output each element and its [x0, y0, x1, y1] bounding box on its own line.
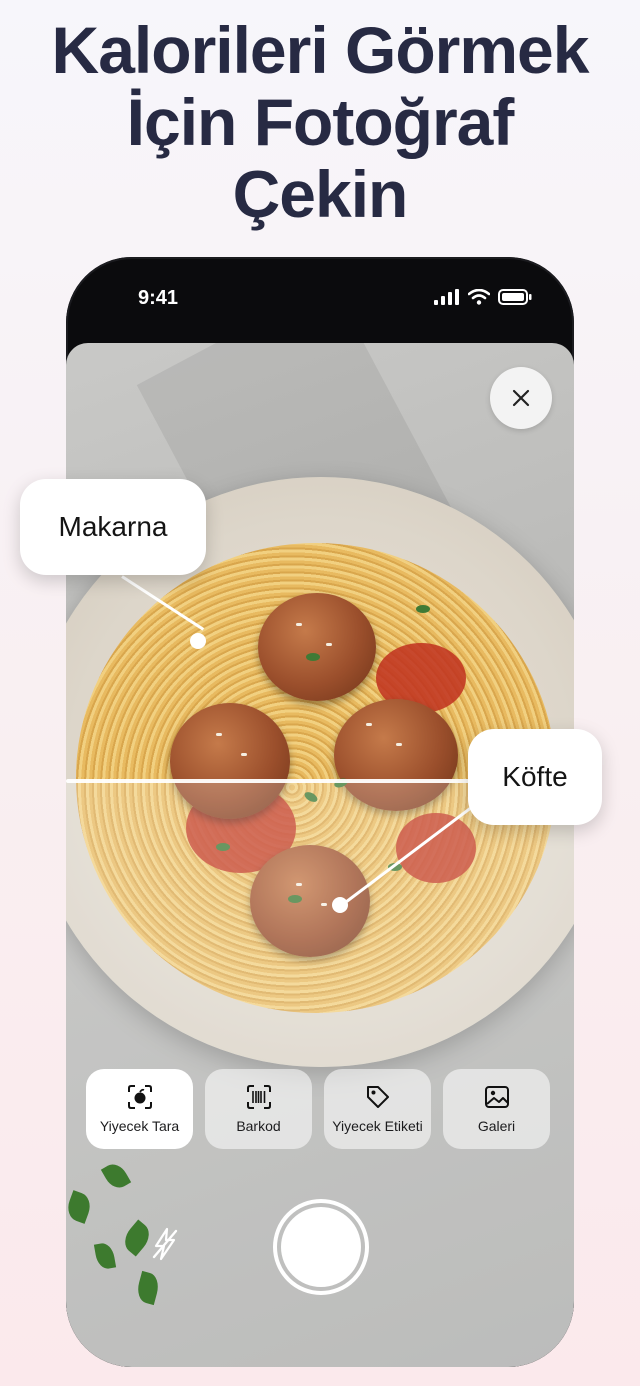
status-time: 9:41: [138, 287, 179, 309]
mode-gallery-button[interactable]: Galeri: [443, 1069, 550, 1149]
headline-line-3: Çekin: [232, 157, 409, 231]
headline-line-2: İçin Fotoğraf: [126, 85, 515, 159]
food-label-meatball-text: Köfte: [502, 761, 568, 792]
battery-icon: [498, 289, 532, 305]
flash-toggle-button[interactable]: [150, 1227, 180, 1266]
status-icons: [434, 289, 532, 305]
gallery-icon: [484, 1086, 509, 1108]
close-icon: [512, 389, 530, 407]
food-label-pasta-text: Makarna: [58, 511, 168, 542]
signal-icon: [434, 289, 459, 305]
close-button[interactable]: [490, 367, 552, 429]
food-label-meatball: Köfte: [468, 729, 602, 825]
wifi-icon: [468, 289, 490, 305]
pasta-label-dot: [190, 633, 206, 649]
barcode-icon: [246, 1085, 271, 1109]
mode-label: Barkod: [236, 1118, 281, 1134]
mode-label: Galeri: [477, 1118, 516, 1134]
mode-barcode-button[interactable]: Barkod: [205, 1069, 312, 1149]
meatball-label-dot: [332, 897, 348, 913]
meatball: [258, 593, 376, 701]
mode-label: Yiyecek Etiketi: [332, 1118, 423, 1134]
tag-icon: [366, 1086, 389, 1108]
headline-line-1: Kalorileri Görmek: [51, 13, 590, 87]
food-label-pasta: Makarna: [20, 479, 206, 575]
scan-food-icon: [127, 1085, 152, 1109]
page-headline: Kalorileri Görmek İçin Fotoğraf Çekin: [0, 14, 640, 230]
shutter-button[interactable]: [273, 1199, 369, 1295]
scan-mode-bar: Yiyecek Tara Barkod Yiyecek Etiketi Gale…: [86, 1069, 550, 1149]
mode-scan-food-button[interactable]: Yiyecek Tara: [86, 1069, 193, 1149]
mode-label: Yiyecek Tara: [99, 1118, 180, 1134]
flash-off-icon: [152, 1227, 178, 1261]
mode-food-label-button[interactable]: Yiyecek Etiketi: [324, 1069, 431, 1149]
